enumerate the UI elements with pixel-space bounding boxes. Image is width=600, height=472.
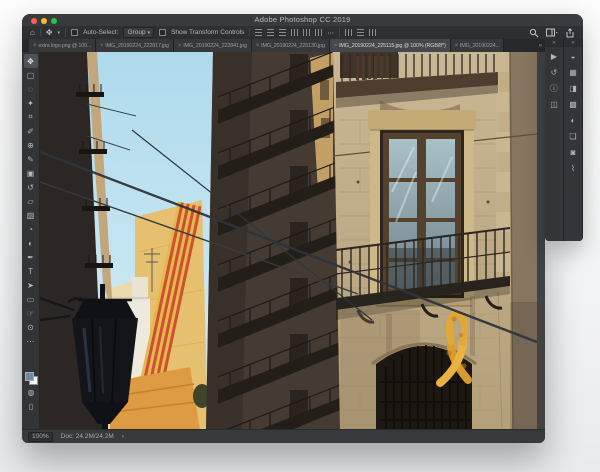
layers-panel-icon[interactable]: ❏ <box>566 129 580 143</box>
3d-mode-icon[interactable] <box>345 29 352 36</box>
quick-selection-tool[interactable]: ✦ <box>24 96 38 110</box>
panel-dock-column-2: « ◒ ▦ ◨ ▩ ◐ ❏ ◙ ⌇ <box>564 39 582 241</box>
home-icon[interactable]: ⌂ <box>30 29 35 37</box>
gradients-panel-icon[interactable]: ◨ <box>566 81 580 95</box>
info-panel-icon[interactable]: ⓘ <box>547 81 561 95</box>
shape-tool[interactable]: ▭ <box>24 292 38 306</box>
show-transform-checkbox[interactable] <box>159 29 166 36</box>
align-more-icon[interactable]: ⋯ <box>327 29 334 37</box>
tall-window <box>368 110 476 306</box>
foreground-color-swatch[interactable] <box>25 372 34 381</box>
libraries-panel-icon[interactable]: ◫ <box>547 97 561 111</box>
tab-label: IMG_20190224_225115.jpg @ 100% (RGB/8*) <box>339 43 446 49</box>
align-left-icon[interactable] <box>255 29 262 36</box>
search-icon[interactable] <box>529 28 539 38</box>
align-middle-icon[interactable] <box>303 29 310 36</box>
swatches-panel-icon[interactable]: ▦ <box>566 65 580 79</box>
auto-select-label: Auto-Select: <box>83 29 118 36</box>
align-center-icon[interactable] <box>267 29 274 36</box>
adjustments-panel-icon[interactable]: ◐ <box>566 113 580 127</box>
document-window: × extra logo.png @ 100... × IMG_20190224… <box>22 39 545 443</box>
tab-label: IMG_20190224_222817.jpg <box>105 43 169 49</box>
tool-options-bar: ⌂ ✥ ▾ Auto-Select: Group ▾ Show Transfor… <box>22 26 583 39</box>
stone-building <box>333 52 537 430</box>
lasso-tool[interactable]: ◌ <box>24 82 38 96</box>
tab-label: extra logo.png @ 100... <box>38 43 91 49</box>
window-title: Adobe Photoshop CC 2019 <box>22 15 583 24</box>
tab-label: IMG_20190224... <box>460 43 500 49</box>
tool-dropdown-arrow[interactable]: ▾ <box>58 30 61 36</box>
eyedropper-tool[interactable]: ✐ <box>24 124 38 138</box>
color-panel-icon[interactable]: ◒ <box>566 49 580 63</box>
distribute-v-icon[interactable] <box>369 29 376 36</box>
current-tool-icon[interactable]: ✥ <box>46 29 53 37</box>
crop-tool[interactable]: ⌗ <box>24 110 38 124</box>
share-icon[interactable] <box>565 28 575 38</box>
history-panel-icon[interactable]: ↺ <box>547 65 561 79</box>
patterns-panel-icon[interactable]: ▩ <box>566 97 580 111</box>
document-tab-bar: × extra logo.png @ 100... × IMG_20190224… <box>22 39 545 52</box>
expand-panels-icon[interactable]: « <box>564 39 582 47</box>
tab-close-icon[interactable]: × <box>256 43 259 49</box>
expand-panels-icon[interactable]: « <box>545 39 563 47</box>
photo-canvas[interactable] <box>40 52 537 430</box>
align-right-icon[interactable] <box>279 29 286 36</box>
tab-overflow-icon[interactable]: » <box>539 39 542 52</box>
align-top-icon[interactable] <box>291 29 298 36</box>
workspace-switcher-icon[interactable] <box>546 28 558 38</box>
status-chevron-icon[interactable]: › <box>122 433 124 440</box>
channels-panel-icon[interactable]: ◙ <box>566 145 580 159</box>
distribute-h-icon[interactable] <box>357 29 364 36</box>
title-bar[interactable]: Adobe Photoshop CC 2019 <box>22 14 583 26</box>
hand-tool[interactable]: ☞ <box>24 306 38 320</box>
panel-dock-column-1: « ▶ ↺ ⓘ ◫ <box>545 39 563 241</box>
eraser-tool[interactable]: ▱ <box>24 194 38 208</box>
quick-mask-tool[interactable]: ◍ <box>24 385 38 399</box>
doc-size-info: Doc: 24.2M/24.2M <box>61 433 114 440</box>
history-brush-tool[interactable]: ↺ <box>24 180 38 194</box>
tab-close-icon[interactable]: × <box>178 43 181 49</box>
brush-tool[interactable]: ✎ <box>24 152 38 166</box>
zoom-level-field[interactable]: 100% <box>28 432 53 442</box>
dodge-tool[interactable]: ◐ <box>24 236 38 250</box>
document-tab[interactable]: × extra logo.png @ 100... <box>29 39 96 52</box>
panel-dock: « ▶ ↺ ⓘ ◫ « ◒ ▦ ◨ ▩ <box>545 39 583 241</box>
tab-label: IMG_20190224_225130.jpg <box>261 43 325 49</box>
clone-stamp-tool[interactable]: ▣ <box>24 166 38 180</box>
tab-close-icon[interactable]: × <box>33 43 36 49</box>
align-bottom-icon[interactable] <box>315 29 322 36</box>
photoshop-window-top: Adobe Photoshop CC 2019 ⌂ ✥ ▾ Auto-Selec… <box>22 14 583 39</box>
tab-close-icon[interactable]: × <box>334 43 337 49</box>
move-tool[interactable]: ✥ <box>24 54 38 68</box>
document-tab[interactable]: × IMG_20190224_225115.jpg @ 100% (RGB/8*… <box>330 39 451 52</box>
auto-select-checkbox[interactable] <box>71 29 78 36</box>
show-transform-label: Show Transform Controls <box>171 29 244 36</box>
path-selection-tool[interactable]: ➤ <box>24 278 38 292</box>
type-tool[interactable]: T <box>24 264 38 278</box>
zoom-tool[interactable]: ⊙ <box>24 320 38 334</box>
tab-close-icon[interactable]: × <box>455 43 458 49</box>
gradient-tool[interactable]: ▨ <box>24 208 38 222</box>
paths-panel-icon[interactable]: ⌇ <box>566 161 580 175</box>
color-swatches[interactable] <box>25 372 38 385</box>
canvas-pasteboard <box>40 52 545 430</box>
document-tab[interactable]: × IMG_20190224... <box>451 39 505 52</box>
document-area: ✥ ▢ ◌ ✦ ⌗ ✐ ⊕ ✎ <box>22 52 545 430</box>
screen-mode-tool[interactable]: ▯ <box>24 399 38 413</box>
document-tab[interactable]: × IMG_20190224_222841.jpg <box>174 39 252 52</box>
auto-select-dropdown[interactable]: Group ▾ <box>123 27 154 38</box>
desktop: Adobe Photoshop CC 2019 ⌂ ✥ ▾ Auto-Selec… <box>0 0 600 472</box>
spot-healing-tool[interactable]: ⊕ <box>24 138 38 152</box>
tab-close-icon[interactable]: × <box>100 43 103 49</box>
blur-tool[interactable]: ◔ <box>24 222 38 236</box>
document-tab[interactable]: × IMG_20190224_222817.jpg <box>96 39 174 52</box>
tab-label: IMG_20190224_222841.jpg <box>183 43 247 49</box>
pen-tool[interactable]: ✒ <box>24 250 38 264</box>
actions-panel-icon[interactable]: ▶ <box>547 49 561 63</box>
status-bar: 100% Doc: 24.2M/24.2M › <box>22 429 545 443</box>
edit-toolbar-tool[interactable]: ⋯ <box>24 334 38 348</box>
document-tab[interactable]: × IMG_20190224_225130.jpg <box>252 39 330 52</box>
marquee-tool[interactable]: ▢ <box>24 68 38 82</box>
